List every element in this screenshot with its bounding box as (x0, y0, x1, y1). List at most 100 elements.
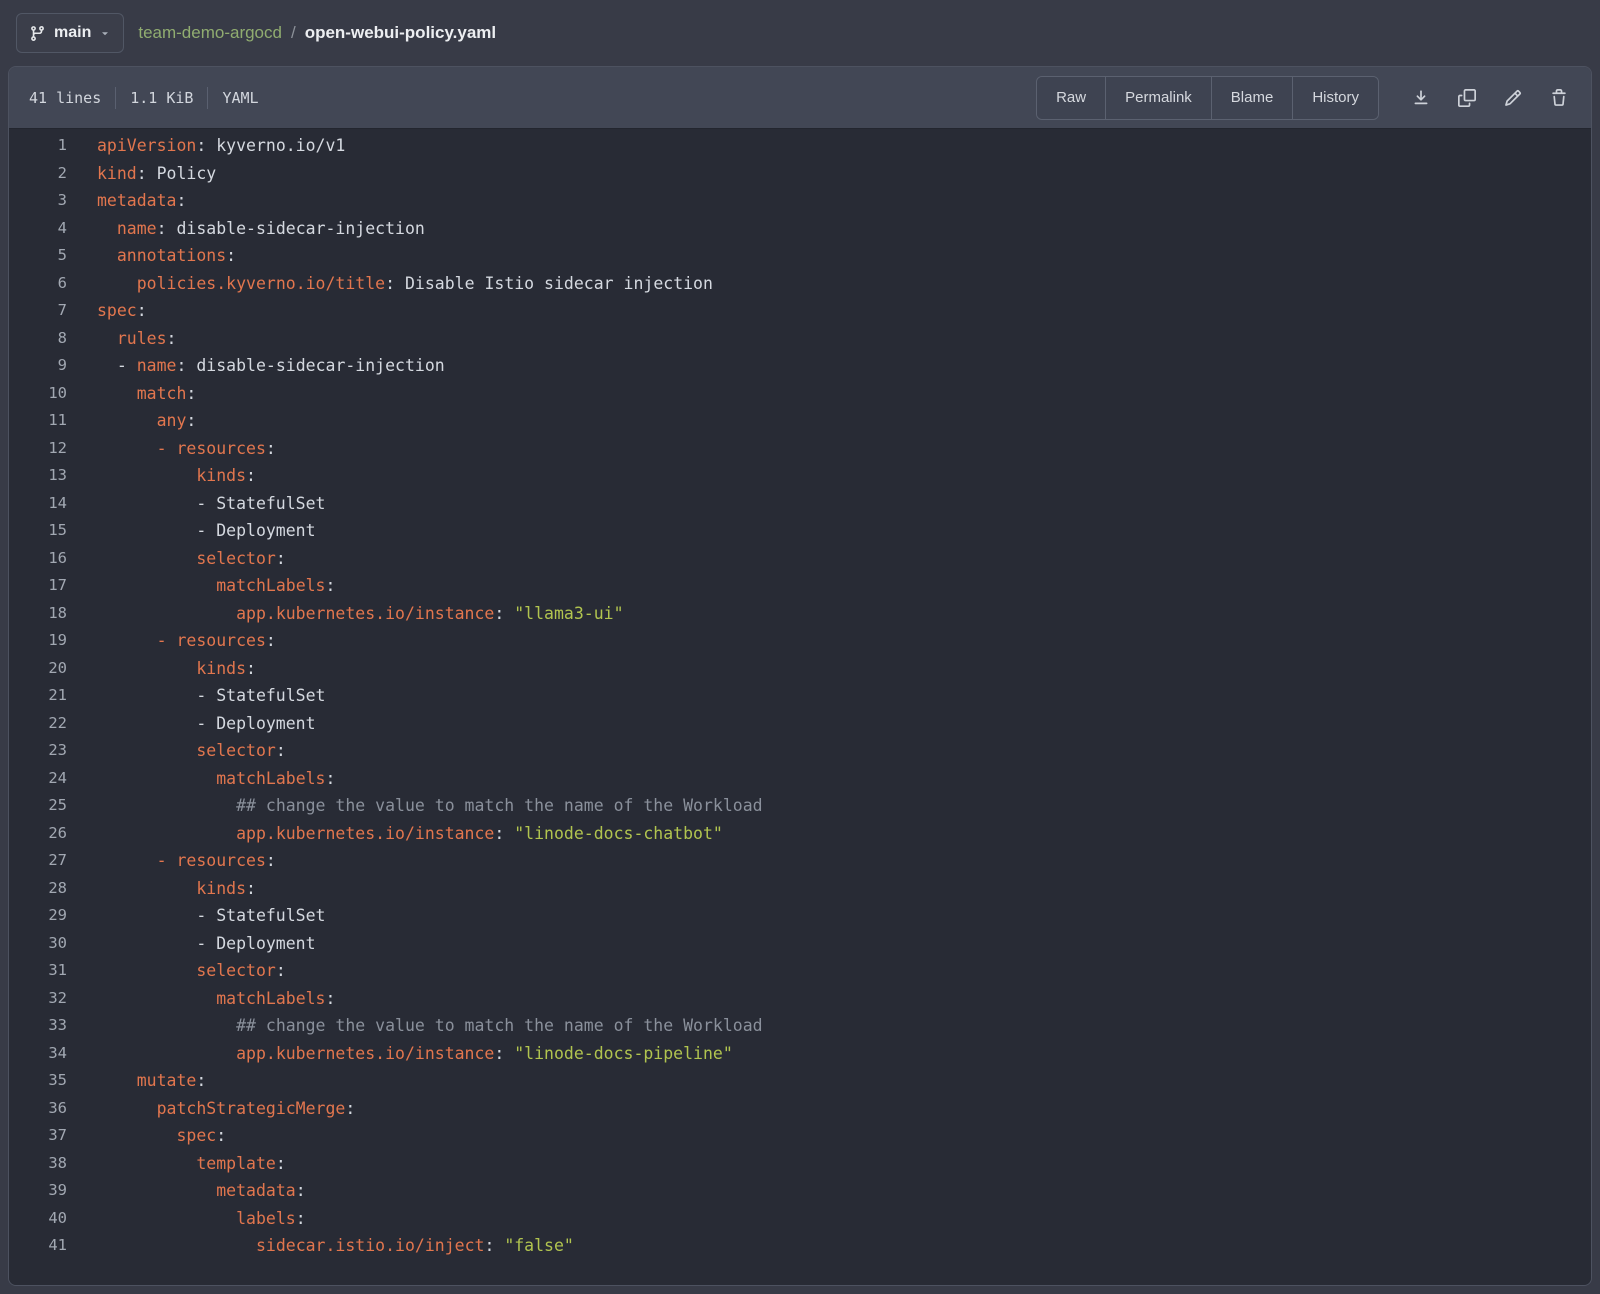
code-text: kinds: (67, 655, 256, 683)
breadcrumb-separator: / (291, 23, 296, 43)
line-number[interactable]: 25 (9, 792, 67, 820)
chevron-down-icon (99, 27, 111, 39)
line-number[interactable]: 39 (9, 1177, 67, 1205)
line-number[interactable]: 2 (9, 160, 67, 188)
history-button[interactable]: History (1292, 77, 1378, 119)
code-line: 16 selector: (9, 545, 1591, 573)
line-number[interactable]: 21 (9, 682, 67, 710)
code-line: 39 metadata: (9, 1177, 1591, 1205)
line-number[interactable]: 32 (9, 985, 67, 1013)
code-text: template: (67, 1150, 286, 1178)
divider (115, 87, 116, 109)
line-number[interactable]: 38 (9, 1150, 67, 1178)
edit-button[interactable] (1495, 80, 1531, 116)
file-header: 41 lines 1.1 KiB YAML Raw Permalink Blam… (9, 67, 1591, 129)
code-text: matchLabels: (67, 765, 335, 793)
line-number[interactable]: 34 (9, 1040, 67, 1068)
line-number[interactable]: 4 (9, 215, 67, 243)
line-number[interactable]: 18 (9, 600, 67, 628)
code-line: 24 matchLabels: (9, 765, 1591, 793)
line-number[interactable]: 17 (9, 572, 67, 600)
code-line: 34 app.kubernetes.io/instance: "linode-d… (9, 1040, 1591, 1068)
code-line: 26 app.kubernetes.io/instance: "linode-d… (9, 820, 1591, 848)
copy-button[interactable] (1449, 80, 1485, 116)
code-line: 6 policies.kyverno.io/title: Disable Ist… (9, 270, 1591, 298)
branch-selector-button[interactable]: main (16, 13, 124, 53)
divider (207, 87, 208, 109)
line-number[interactable]: 37 (9, 1122, 67, 1150)
line-number[interactable]: 29 (9, 902, 67, 930)
line-number[interactable]: 19 (9, 627, 67, 655)
header-actions: Raw Permalink Blame History (1036, 76, 1577, 120)
code-line: 37 spec: (9, 1122, 1591, 1150)
line-number[interactable]: 30 (9, 930, 67, 958)
line-number[interactable]: 26 (9, 820, 67, 848)
code-text: any: (67, 407, 196, 435)
delete-button[interactable] (1541, 80, 1577, 116)
code-text: - StatefulSet (67, 490, 325, 518)
raw-button[interactable]: Raw (1037, 77, 1105, 119)
code-text: match: (67, 380, 196, 408)
code-line: 4 name: disable-sidecar-injection (9, 215, 1591, 243)
code-text: - StatefulSet (67, 682, 325, 710)
code-text: - resources: (67, 435, 276, 463)
code-text: - name: disable-sidecar-injection (67, 352, 445, 380)
code-line: 19 - resources: (9, 627, 1591, 655)
code-text: app.kubernetes.io/instance: "linode-docs… (67, 1040, 733, 1068)
code-line: 22 - Deployment (9, 710, 1591, 738)
line-number[interactable]: 7 (9, 297, 67, 325)
code-text: - Deployment (67, 710, 316, 738)
line-number[interactable]: 36 (9, 1095, 67, 1123)
code-text: apiVersion: kyverno.io/v1 (67, 132, 345, 160)
line-number[interactable]: 28 (9, 875, 67, 903)
code-text: matchLabels: (67, 572, 335, 600)
line-number[interactable]: 20 (9, 655, 67, 683)
line-number[interactable]: 41 (9, 1232, 67, 1260)
line-number[interactable]: 5 (9, 242, 67, 270)
line-number[interactable]: 6 (9, 270, 67, 298)
line-number[interactable]: 3 (9, 187, 67, 215)
line-number[interactable]: 11 (9, 407, 67, 435)
line-number[interactable]: 10 (9, 380, 67, 408)
line-number[interactable]: 13 (9, 462, 67, 490)
code-text: selector: (67, 737, 286, 765)
code-text: kinds: (67, 875, 256, 903)
repo-link[interactable]: team-demo-argocd (138, 23, 282, 43)
code-text: - resources: (67, 627, 276, 655)
code-text: - StatefulSet (67, 902, 325, 930)
download-button[interactable] (1403, 80, 1439, 116)
code-text: app.kubernetes.io/instance: "linode-docs… (67, 820, 723, 848)
git-branch-icon (29, 25, 46, 42)
code-text: name: disable-sidecar-injection (67, 215, 425, 243)
code-line: 8 rules: (9, 325, 1591, 353)
code-text: selector: (67, 957, 286, 985)
code-line: 25 ## change the value to match the name… (9, 792, 1591, 820)
breadcrumb: team-demo-argocd / open-webui-policy.yam… (138, 23, 496, 43)
code-line: 20 kinds: (9, 655, 1591, 683)
line-number[interactable]: 33 (9, 1012, 67, 1040)
permalink-button[interactable]: Permalink (1105, 77, 1211, 119)
line-number[interactable]: 40 (9, 1205, 67, 1233)
code-line: 36 patchStrategicMerge: (9, 1095, 1591, 1123)
line-number[interactable]: 27 (9, 847, 67, 875)
line-number[interactable]: 8 (9, 325, 67, 353)
line-number[interactable]: 23 (9, 737, 67, 765)
line-number[interactable]: 35 (9, 1067, 67, 1095)
code-line: 35 mutate: (9, 1067, 1591, 1095)
line-number[interactable]: 24 (9, 765, 67, 793)
blame-button[interactable]: Blame (1211, 77, 1293, 119)
code-text: kind: Policy (67, 160, 216, 188)
code-line: 1apiVersion: kyverno.io/v1 (9, 132, 1591, 160)
line-number[interactable]: 16 (9, 545, 67, 573)
line-number[interactable]: 15 (9, 517, 67, 545)
file-language: YAML (222, 89, 258, 107)
line-number[interactable]: 14 (9, 490, 67, 518)
copy-icon (1458, 89, 1476, 107)
file-size: 1.1 KiB (130, 89, 193, 107)
line-number[interactable]: 12 (9, 435, 67, 463)
line-number[interactable]: 1 (9, 132, 67, 160)
line-number[interactable]: 9 (9, 352, 67, 380)
code-text: metadata: (67, 1177, 306, 1205)
line-number[interactable]: 22 (9, 710, 67, 738)
line-number[interactable]: 31 (9, 957, 67, 985)
